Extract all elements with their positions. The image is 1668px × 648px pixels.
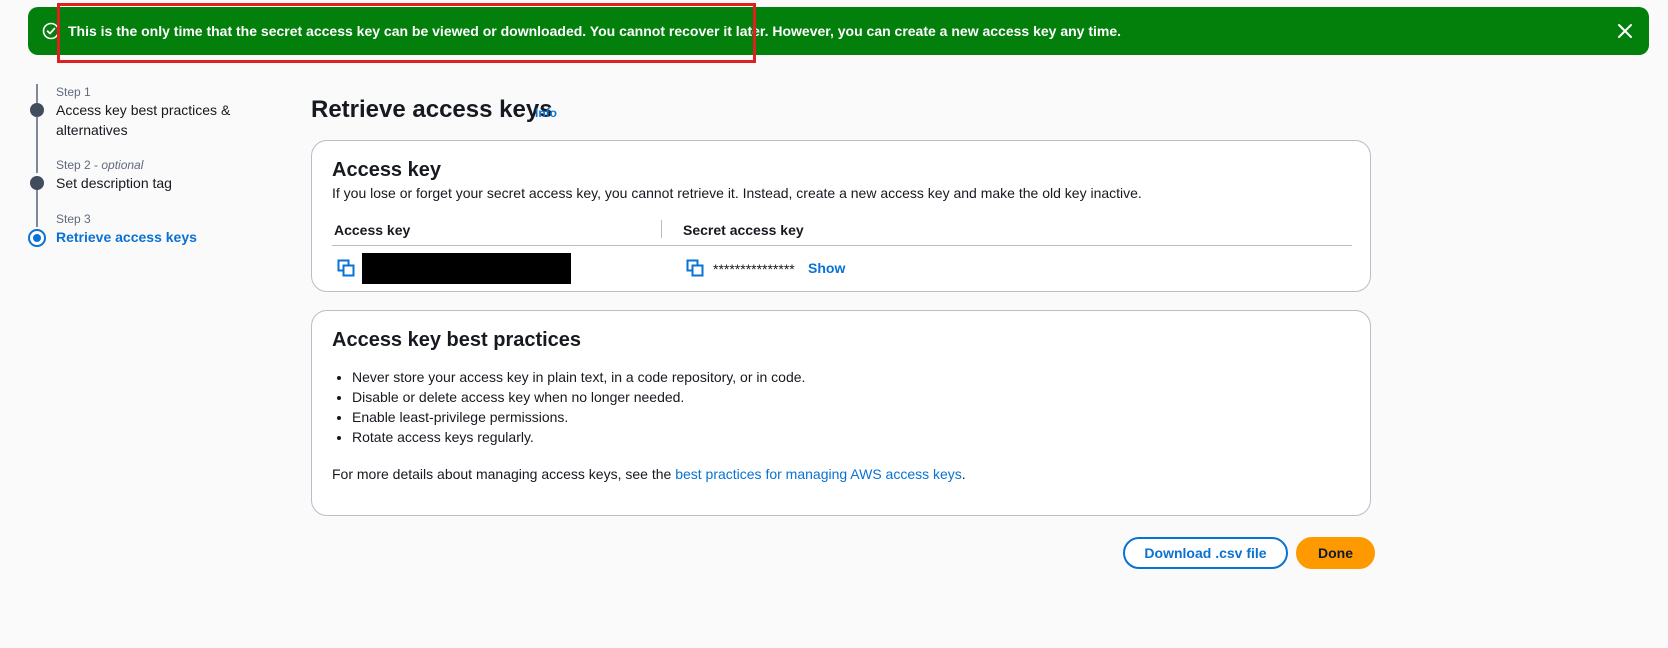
list-item: Enable least-privilege permissions. — [352, 407, 805, 427]
best-practices-list: Never store your access key in plain tex… — [332, 367, 805, 447]
step-2-indicator — [30, 176, 44, 190]
info-link[interactable]: Info — [535, 106, 557, 120]
best-practices-container: Access key best practices Never store yo… — [311, 310, 1371, 516]
step-3-label: Step 3 — [56, 212, 91, 226]
stepper-connector — [36, 117, 38, 173]
done-button[interactable]: Done — [1296, 537, 1375, 569]
best-practices-heading: Access key best practices — [332, 329, 582, 351]
list-item: Rotate access keys regularly. — [352, 427, 805, 447]
list-item: Disable or delete access key when no lon… — [352, 387, 805, 407]
access-key-value-redacted — [362, 253, 571, 284]
close-icon[interactable] — [1615, 21, 1635, 41]
secret-access-key-masked: *************** — [713, 261, 795, 277]
column-header-secret-access-key: Secret access key — [683, 222, 804, 238]
step-1-label: Step 1 — [56, 85, 91, 99]
stepper-connector — [36, 188, 38, 227]
step-2-label: Step 2 - optional — [56, 158, 144, 172]
column-divider — [661, 220, 662, 238]
access-key-description: If you lose or forget your secret access… — [332, 185, 1142, 201]
download-csv-button[interactable]: Download .csv file — [1123, 537, 1288, 569]
table-header-divider — [332, 245, 1352, 246]
check-circle-icon — [42, 22, 60, 40]
access-key-container: Access key If you lose or forget your se… — [311, 140, 1371, 292]
column-header-access-key: Access key — [334, 222, 411, 238]
access-key-heading: Access key — [332, 159, 441, 181]
success-flash-banner: This is the only time that the secret ac… — [28, 7, 1649, 55]
flash-message: This is the only time that the secret ac… — [68, 23, 1122, 39]
step-3-title: Retrieve access keys — [56, 229, 197, 245]
step-2-title: Set description tag — [56, 175, 172, 191]
step-1-title: Access key best practices & alternatives — [56, 102, 231, 138]
best-practices-link[interactable]: best practices for managing AWS access k… — [675, 466, 962, 482]
best-practices-footer: For more details about managing access k… — [332, 466, 966, 482]
page-title: Retrieve access keys — [311, 96, 553, 123]
show-secret-button[interactable]: Show — [808, 259, 845, 277]
list-item: Never store your access key in plain tex… — [352, 367, 805, 387]
step-1-indicator — [30, 103, 44, 117]
copy-access-key-icon[interactable] — [337, 259, 355, 277]
copy-secret-key-icon[interactable] — [686, 259, 704, 277]
optional-tag: optional — [101, 158, 144, 172]
step-3-indicator — [28, 229, 46, 247]
